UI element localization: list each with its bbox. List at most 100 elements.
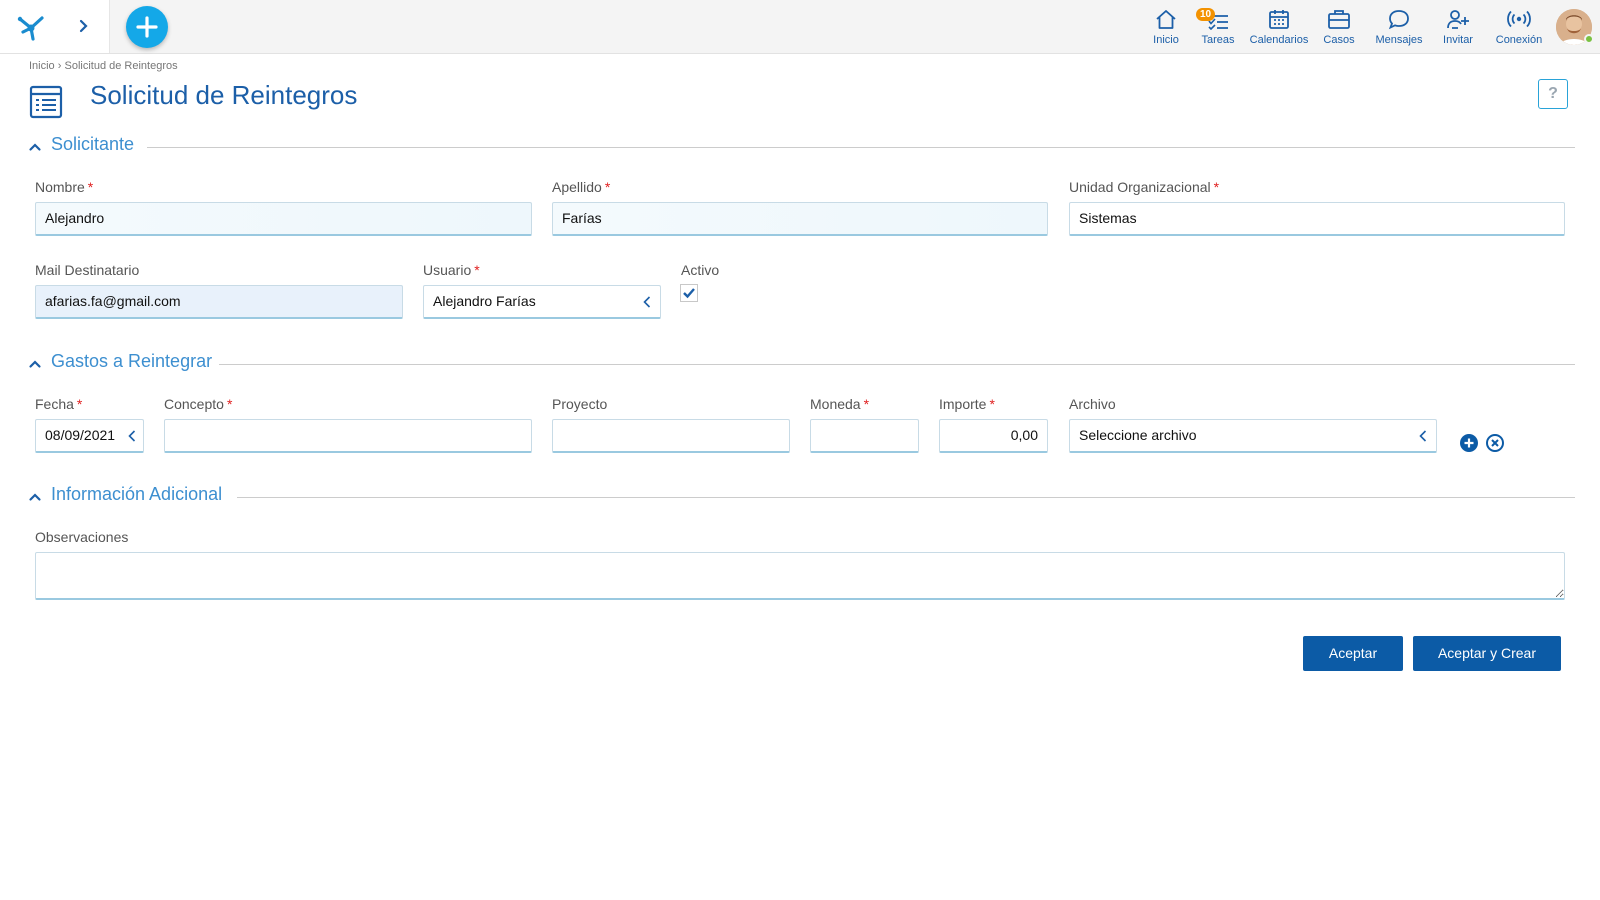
chevron-up-icon[interactable] (25, 487, 45, 507)
nav-calendarios[interactable]: Calendarios (1249, 8, 1309, 48)
chevron-left-icon[interactable] (1418, 429, 1428, 443)
remove-row-icon[interactable] (1485, 433, 1505, 453)
section-info: Información Adicional (25, 484, 1575, 508)
tasks-badge: 10 (1196, 8, 1216, 21)
section-title-info[interactable]: Información Adicional (51, 484, 222, 505)
breadcrumb: Inicio › Solicitud de Reintegros (29, 60, 178, 72)
observaciones-textarea[interactable] (35, 552, 1565, 600)
breadcrumb-current: Solicitud de Reintegros (64, 60, 178, 72)
chat-icon (1388, 10, 1409, 30)
section-divider (237, 497, 1575, 498)
unidad-field[interactable]: Sistemas (1069, 202, 1565, 236)
observaciones-label: Observaciones (35, 529, 128, 545)
top-bar: Inicio 10 Tareas Calendarios Casos Mensa… (0, 0, 1600, 54)
required-marker: * (604, 179, 611, 195)
required-marker: * (76, 396, 83, 412)
section-title-gastos[interactable]: Gastos a Reintegrar (51, 351, 212, 372)
usuario-label: Usuario * (423, 262, 480, 278)
nav-mensajes[interactable]: Mensajes (1373, 8, 1425, 48)
plus-icon (136, 16, 158, 38)
nav-label-inicio: Inicio (1153, 34, 1179, 46)
importe-field[interactable]: 0,00 (939, 419, 1048, 453)
unidad-label-text: Unidad Organizacional (1069, 179, 1211, 195)
usuario-value: Alejandro Farías (433, 293, 536, 309)
nav-inicio[interactable]: Inicio (1143, 8, 1189, 48)
activo-checkbox[interactable] (680, 284, 698, 302)
section-divider (147, 147, 1575, 148)
nav-label-invitar: Invitar (1443, 34, 1473, 46)
breadcrumb-separator: › (57, 60, 62, 72)
apellido-field[interactable]: Farías (552, 202, 1048, 236)
fecha-label-text: Fecha (35, 396, 74, 412)
fecha-field[interactable]: 08/09/2021 (35, 419, 144, 453)
mail-field[interactable]: afarias.fa@gmail.com (35, 285, 403, 319)
concepto-label-text: Concepto (164, 396, 224, 412)
mail-label-text: Mail Destinatario (35, 262, 140, 278)
required-marker: * (474, 262, 480, 278)
page-title: Solicitud de Reintegros (90, 80, 358, 110)
activo-label: Activo (681, 262, 719, 278)
mail-label: Mail Destinatario (35, 262, 139, 278)
usuario-lookup[interactable]: Alejandro Farías (423, 285, 661, 319)
concepto-field[interactable] (164, 419, 532, 453)
chevron-up-icon[interactable] (25, 137, 45, 157)
required-marker: * (863, 396, 870, 412)
chevron-left-icon[interactable] (127, 429, 137, 443)
usuario-label-text: Usuario (423, 262, 472, 278)
broadcast-icon (1507, 10, 1531, 28)
section-divider (219, 364, 1575, 365)
breadcrumb-home[interactable]: Inicio (29, 60, 55, 72)
required-marker: * (1213, 179, 1220, 195)
observaciones-label-text: Observaciones (35, 529, 129, 545)
home-icon (1156, 10, 1176, 29)
section-title-solicitante[interactable]: Solicitante (51, 134, 134, 155)
unidad-label: Unidad Organizacional * (1069, 179, 1219, 195)
nav-label-tareas: Tareas (1201, 34, 1235, 46)
calendar-icon (1269, 10, 1289, 29)
importe-label: Importe * (939, 396, 995, 412)
help-button[interactable]: ? (1538, 79, 1568, 109)
nombre-field[interactable]: Alejandro (35, 202, 532, 236)
logo-icon[interactable] (14, 10, 48, 42)
archivo-label-text: Archivo (1069, 396, 1116, 412)
moneda-label-text: Moneda (810, 396, 861, 412)
moneda-label: Moneda * (810, 396, 869, 412)
aceptar-button[interactable]: Aceptar (1303, 636, 1403, 671)
proyecto-label-text: Proyecto (552, 396, 608, 412)
presence-indicator (1584, 34, 1594, 44)
nav-label-casos: Casos (1323, 34, 1355, 46)
logo-area (0, 0, 110, 53)
proyecto-field[interactable] (552, 419, 790, 453)
apellido-label: Apellido * (552, 179, 610, 195)
form-icon (29, 85, 63, 119)
chevron-right-icon[interactable] (74, 15, 94, 37)
activo-label-text: Activo (681, 262, 720, 278)
proyecto-label: Proyecto (552, 396, 607, 412)
add-user-icon (1447, 10, 1469, 29)
chevron-left-icon[interactable] (642, 295, 652, 309)
archivo-field[interactable]: Seleccione archivo (1069, 419, 1437, 453)
create-button[interactable] (126, 6, 168, 48)
briefcase-icon (1328, 10, 1350, 29)
chevron-up-icon[interactable] (25, 354, 45, 374)
nav-label-conexion: Conexión (1495, 34, 1543, 46)
section-gastos: Gastos a Reintegrar (25, 351, 1575, 375)
nav-invitar[interactable]: Invitar (1438, 8, 1478, 48)
fecha-label: Fecha * (35, 396, 82, 412)
nombre-label-text: Nombre (35, 179, 85, 195)
importe-label-text: Importe (939, 396, 987, 412)
add-row-icon[interactable] (1459, 433, 1479, 453)
nav-conexion[interactable]: Conexión (1493, 8, 1545, 48)
moneda-field[interactable] (810, 419, 919, 453)
fecha-value: 08/09/2021 (45, 427, 116, 443)
required-marker: * (989, 396, 995, 412)
nav-tareas[interactable]: 10 Tareas (1196, 8, 1240, 48)
archivo-value: Seleccione archivo (1079, 427, 1197, 443)
check-icon (683, 288, 695, 299)
nav-casos[interactable]: Casos (1318, 8, 1360, 48)
apellido-label-text: Apellido (552, 179, 602, 195)
aceptar-crear-button[interactable]: Aceptar y Crear (1413, 636, 1561, 671)
required-marker: * (226, 396, 233, 412)
nav-label-calendarios: Calendarios (1249, 34, 1309, 46)
section-solicitante: Solicitante (25, 134, 1575, 158)
